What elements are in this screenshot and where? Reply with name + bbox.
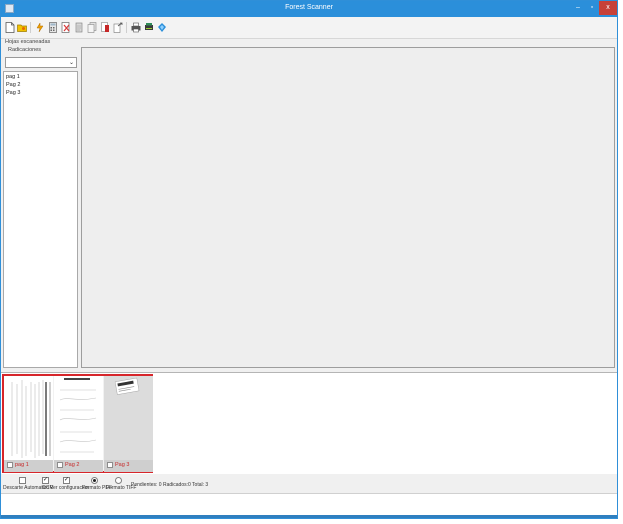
maximize-button[interactable]: ▫ (585, 1, 599, 15)
window-title: Forest Scanner (285, 4, 333, 11)
help-icon[interactable] (157, 22, 167, 33)
page-thumbnail[interactable] (104, 376, 153, 460)
page-thumbnail[interactable] (54, 376, 103, 460)
close-button[interactable]: x (599, 1, 617, 15)
thumbnail-checkbox[interactable] (7, 462, 13, 468)
document-gray-icon[interactable] (74, 22, 84, 33)
list-item[interactable]: Pag 3 (6, 90, 20, 96)
delete-page-icon[interactable] (61, 22, 71, 33)
chevron-down-icon: ⌄ (68, 60, 74, 66)
page-thumbnail[interactable] (4, 376, 53, 460)
thumbnail-label: pag 1 (15, 462, 29, 468)
formato-pdf-radio[interactable] (91, 477, 98, 484)
thumbnail-checkbox[interactable] (107, 462, 113, 468)
calculator-icon[interactable] (48, 22, 58, 33)
page-preview-area[interactable] (81, 47, 615, 368)
ver-configuracion-checkbox[interactable]: ✓ (63, 477, 70, 484)
list-item[interactable]: pag 1 (6, 74, 20, 80)
descarte-automatico-checkbox[interactable] (19, 477, 26, 484)
title-bar[interactable]: Forest Scanner – ▫ x (1, 1, 617, 17)
document-export-icon[interactable] (113, 22, 123, 33)
new-document-icon[interactable] (5, 22, 15, 33)
thumbnail-label: Pag 3 (115, 462, 130, 468)
toolbar-separator (126, 22, 127, 33)
document-stack-icon[interactable] (87, 22, 97, 33)
thumbnail-label: Pag 2 (65, 462, 80, 468)
scan-icon[interactable] (35, 22, 45, 33)
minimize-button[interactable]: – (571, 1, 585, 15)
radicaciones-caption: Radicaciones (8, 47, 42, 53)
thumbnail-selection-group: pag 1 Pag 2 Pag 3 (2, 374, 153, 473)
page-list[interactable]: pag 1 Pag 2 Pag 3 (3, 71, 78, 368)
toolbar-separator (30, 22, 31, 33)
formato-tiff-radio[interactable] (115, 477, 122, 484)
radicaciones-dropdown[interactable]: ⌄ (5, 57, 77, 68)
ocr-checkbox[interactable]: ✓ (42, 477, 49, 484)
list-item[interactable]: Pag 2 (6, 82, 20, 88)
open-folder-icon[interactable] (17, 22, 27, 33)
thumbnail-footer: pag 1 (4, 460, 53, 472)
bottom-panel (1, 493, 617, 518)
thumbnail-strip: pag 1 Pag 2 Pag 3 (1, 372, 617, 474)
scanned-sheets-caption: Hojas escaneadas (5, 39, 51, 45)
document-red-icon[interactable] (100, 22, 110, 33)
bottom-edge (1, 515, 617, 518)
thumbnail-checkbox[interactable] (57, 462, 63, 468)
thumbnail-footer: Pag 2 (54, 460, 103, 472)
toolbar (1, 17, 617, 39)
thumbnail-footer: Pag 3 (104, 460, 153, 472)
status-text: Pendientes: 0 Radicados:0 Total: 3 (131, 482, 209, 488)
scanner-green-icon[interactable] (144, 22, 154, 33)
app-window: Forest Scanner – ▫ x Hojas escaneadas Ra… (0, 0, 618, 519)
printer-icon[interactable] (131, 22, 141, 33)
